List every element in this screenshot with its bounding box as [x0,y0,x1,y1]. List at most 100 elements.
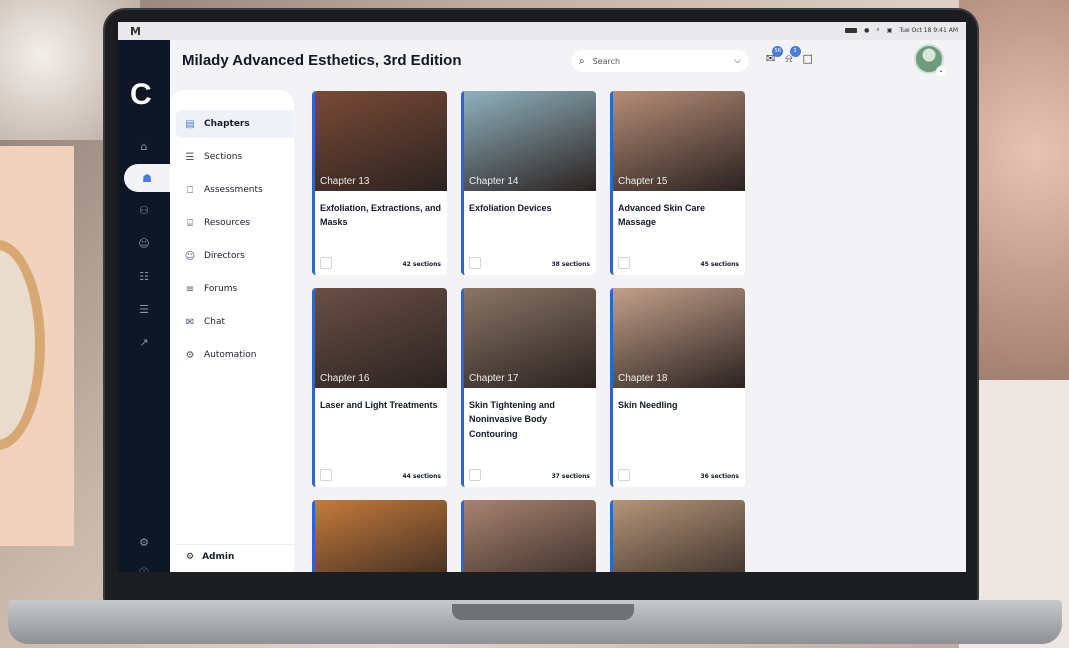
admin-label: Admin [202,551,235,562]
section-count: 36 sections [700,473,739,480]
chapter-number: Chapter 16 [320,373,370,384]
chapter-checkbox[interactable] [320,469,332,481]
gears-icon: ⚙ [185,349,195,361]
nav-item-sections[interactable]: ☰ Sections [176,143,294,171]
chapter-title: Laser and Light Treatments [320,400,438,410]
nav-item-label: Resources [204,218,250,228]
chapter-card[interactable]: Chapter 13 Exfoliation, Extractions, and … [312,91,447,275]
home-icon[interactable]: ⌂ [118,132,170,160]
document-icon: ⎕ [187,184,193,196]
bell-icon[interactable]: ⍾ 3 [785,46,801,66]
admin-button[interactable]: ⚙ Admin [176,544,294,568]
chapter-number: Chapter 14 [469,176,519,187]
nav-item-assessments[interactable]: ⎕ Assessments [176,176,294,204]
chapter-checkbox[interactable] [469,469,481,481]
page-title: Milady Advanced Esthetics, 3rd Edition [182,52,462,69]
chapter-checkbox[interactable] [618,257,630,269]
nav-item-label: Forums [204,284,238,294]
chapters-icon[interactable]: ☗ [124,164,170,192]
chapter-number: Chapter 15 [618,176,668,187]
chapter-image [613,500,745,572]
nav-item-directors[interactable]: ☺ Directors [176,242,294,270]
org-chart-icon[interactable]: ☷ [118,262,170,290]
library-icon: ⌸ [187,217,193,229]
nav-item-label: Chat [204,317,226,327]
chapter-number: Chapter 13 [320,176,370,187]
chat-icon: ✉ [185,316,195,328]
nav-item-chat[interactable]: ✉ Chat [176,308,294,336]
battery-icon [845,27,858,33]
chapter-title: Skin Tightening and Noninvasive Body Con… [469,400,555,439]
chapter-image: Chapter 17 [464,288,596,388]
search-placeholder: Search [592,56,621,66]
calendar-icon[interactable]: □ [803,52,813,66]
chapter-number: Chapter 18 [618,373,668,384]
chapter-card[interactable]: Chapter 14 Exfoliation Devices 38 sections [461,91,596,275]
settings-icon[interactable]: ⚙ [118,528,170,556]
chapter-number: Chapter 17 [469,373,519,384]
icon-rail: C ⌂ ☗ ⚇ ☺ ☷ ☰ ↗ ⚙ ⓘ [118,40,170,572]
list-icon: ≡ [185,283,195,295]
groups-icon[interactable]: ⚇ [118,196,170,224]
chapter-card[interactable]: Chapter 16 Laser and Light Treatments 44 s… [312,288,447,487]
chapter-image: Chapter 13 [315,91,447,191]
nav-item-automation[interactable]: ⚙ Automation [176,341,294,369]
section-count: 44 sections [402,473,441,480]
section-count: 45 sections [700,261,739,268]
chapter-image [464,500,596,572]
chapter-card[interactable]: Chapter 15 Advanced Skin Care Massage 45 s… [610,91,745,275]
section-count: 37 sections [551,473,590,480]
search-input[interactable]: ⌕ Search ⌵ [571,50,749,72]
book-icon: ▤ [185,118,195,130]
library-icon[interactable]: ☰ [118,295,170,323]
header-actions: ✉ 56 ⍾ 3 □ [766,46,813,66]
chapter-checkbox[interactable] [618,469,630,481]
user-icon[interactable]: ☺ [118,229,170,257]
control-center-icon: ▣ [886,26,893,34]
menubar-status: ● ⌕ ▣ Tue Oct 18 9:41 AM [845,26,958,34]
nav-item-label: Directors [204,251,245,261]
nav-item-resources[interactable]: ⌸ Resources [176,209,294,237]
menubar-clock: Tue Oct 18 9:41 AM [899,26,958,34]
chapter-image [315,500,447,572]
chapter-card[interactable]: Chapter 18 Skin Needling 36 sections [610,288,745,487]
chapter-title: Skin Needling [618,400,678,410]
chevron-down-icon[interactable]: ⌵ [734,56,741,66]
wifi-icon: ● [864,26,870,34]
chapter-image: Chapter 14 [464,91,596,191]
chapter-title: Advanced Skin Care Massage [618,203,706,228]
menu-bar: M ● ⌕ ▣ Tue Oct 18 9:41 AM [118,22,966,40]
search-icon: ⌕ [876,26,880,33]
chapter-image: Chapter 16 [315,288,447,388]
nav-item-label: Sections [204,152,243,162]
chevron-down-icon[interactable]: ⌄ [936,66,946,76]
chapter-image: Chapter 18 [613,288,745,388]
chapter-card[interactable]: Chapter 17 Skin Tightening and Noninvasiv… [461,288,596,487]
messages-icon[interactable]: ✉ 56 [766,46,784,66]
alerts-badge: 3 [789,46,801,57]
list-icon: ☰ [185,151,195,163]
chapter-checkbox[interactable] [469,257,481,269]
chapter-title: Exfoliation, Extractions, and Masks [320,203,442,228]
help-icon[interactable]: ⓘ [118,559,170,572]
chapter-title: Exfoliation Devices [469,203,552,213]
nav-item-chapters[interactable]: ▤ Chapters [176,110,294,138]
nav-item-forums[interactable]: ≡ Forums [176,275,294,303]
messages-badge: 56 [772,46,784,57]
chapter-checkbox[interactable] [320,257,332,269]
analytics-icon[interactable]: ↗ [118,328,170,356]
app-logo: C [130,78,152,111]
chapter-card[interactable] [461,500,596,572]
gear-icon: ⚙ [186,551,195,562]
chapter-image: Chapter 15 [613,91,745,191]
search-icon: ⌕ [579,55,585,67]
chapter-card[interactable] [312,500,447,572]
laptop-groove [452,604,634,620]
user-icon: ☺ [184,250,196,262]
section-count: 38 sections [551,261,590,268]
section-count: 42 sections [402,261,441,268]
secondary-nav: ▤ Chapters ☰ Sections ⎕ Assessments ⌸ Re… [170,90,294,572]
menubar-logo: M [130,25,141,38]
chapter-card[interactable] [610,500,745,572]
screen: M ● ⌕ ▣ Tue Oct 18 9:41 AM C ⌂ ☗ ⚇ ☺ ☷ ☰… [118,22,966,572]
